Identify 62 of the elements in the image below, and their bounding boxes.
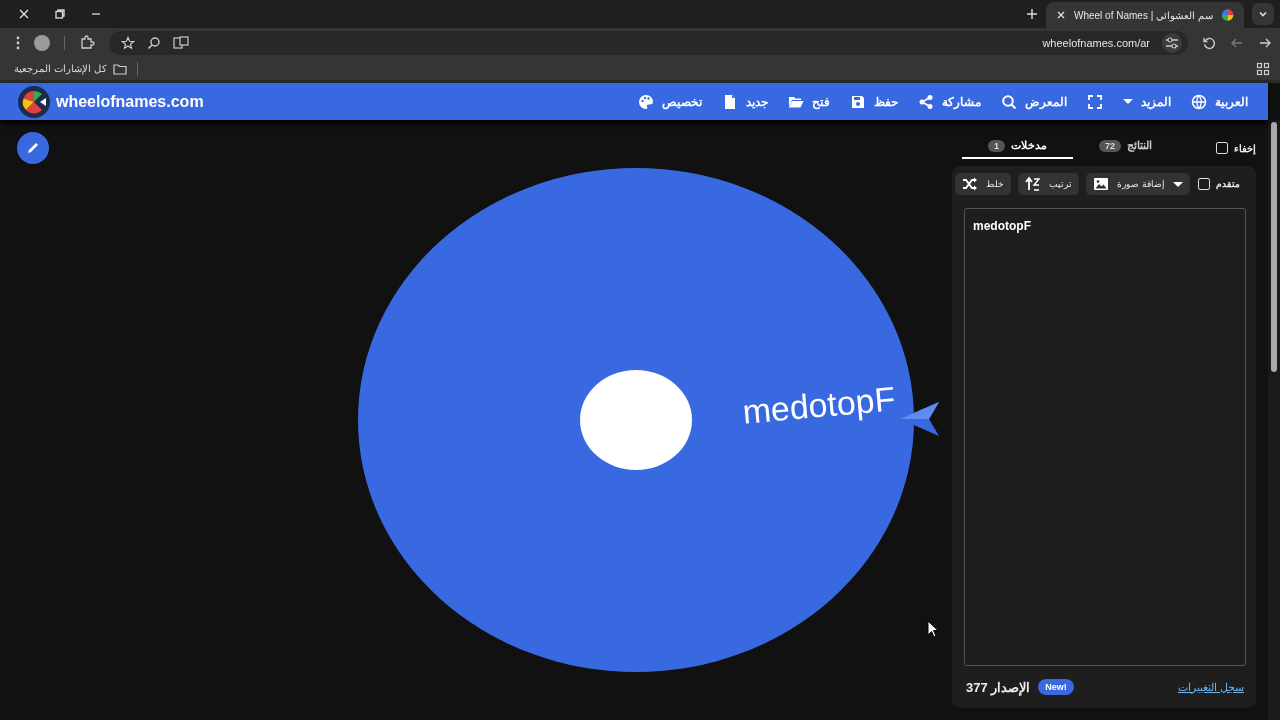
apps-icon[interactable] bbox=[1256, 61, 1270, 76]
nav-button[interactable]: حفظ bbox=[850, 93, 898, 110]
palette-icon bbox=[638, 93, 654, 110]
share-icon bbox=[918, 93, 934, 110]
wheel-segment-label: medotopF bbox=[740, 379, 897, 431]
wheel-icon bbox=[1220, 7, 1234, 23]
all-bookmarks-button[interactable]: كل الإشارات المرجعية bbox=[14, 62, 127, 75]
close-icon[interactable] bbox=[1056, 10, 1066, 20]
wheel-hub[interactable] bbox=[580, 370, 692, 470]
mouse-cursor-icon bbox=[927, 620, 939, 638]
menu-icon[interactable] bbox=[16, 35, 20, 50]
chevron-icon bbox=[1258, 9, 1268, 19]
tab-list-button[interactable] bbox=[1252, 3, 1274, 25]
image-icon bbox=[1093, 176, 1110, 192]
logo-icon bbox=[18, 85, 50, 118]
sort-button[interactable]: ترتيب bbox=[1018, 173, 1080, 195]
site-settings-icon[interactable] bbox=[1162, 32, 1182, 53]
new-badge: New! bbox=[1038, 679, 1074, 695]
pencil-icon bbox=[26, 141, 40, 155]
profile-avatar[interactable] bbox=[34, 34, 50, 51]
nav-button[interactable]: جديد bbox=[722, 93, 768, 110]
nav-button[interactable]: المزيد bbox=[1123, 94, 1171, 109]
extensions-icon[interactable] bbox=[79, 34, 95, 51]
scrollbar[interactable] bbox=[1268, 120, 1280, 720]
add-image-button[interactable]: إضافة صورة bbox=[1086, 173, 1190, 195]
close-icon[interactable] bbox=[18, 8, 30, 20]
file-icon bbox=[722, 93, 738, 110]
address-bar[interactable]: wheelofnames.com/ar bbox=[109, 30, 1188, 55]
hide-checkbox[interactable]: إخفاء bbox=[1216, 142, 1256, 159]
version-text: الإصدار 377 bbox=[966, 679, 1031, 695]
folder-icon bbox=[112, 62, 127, 75]
fullscreen-button[interactable] bbox=[1087, 93, 1103, 110]
shuffle-icon bbox=[962, 176, 979, 192]
new-tab-icon[interactable] bbox=[1026, 8, 1038, 20]
browser-tab[interactable]: سم العشوائي | Wheel of Names bbox=[1046, 2, 1244, 28]
sort-icon bbox=[1025, 176, 1042, 192]
nav-button[interactable]: فتح bbox=[788, 93, 830, 110]
count-badge: 1 bbox=[988, 139, 1005, 152]
translate-icon[interactable] bbox=[173, 35, 189, 50]
count-badge: 72 bbox=[1099, 139, 1122, 152]
site-logo-text[interactable]: wheelofnames.com bbox=[56, 92, 204, 111]
caret-icon bbox=[1173, 181, 1183, 187]
search-icon bbox=[1001, 93, 1017, 110]
fullscreen-icon bbox=[1087, 93, 1103, 110]
reload-icon[interactable] bbox=[1202, 35, 1216, 50]
advanced-checkbox[interactable]: متقدم bbox=[1198, 178, 1246, 190]
zoom-icon[interactable] bbox=[147, 35, 161, 50]
changelog-link[interactable]: سجل التغييرات bbox=[1177, 680, 1244, 694]
nav-button[interactable]: العربية bbox=[1191, 93, 1248, 110]
edit-button[interactable] bbox=[17, 132, 49, 164]
tab-title: سم العشوائي | Wheel of Names bbox=[1074, 9, 1213, 21]
entries-field[interactable]: medotopF bbox=[964, 208, 1246, 666]
star-icon[interactable] bbox=[121, 35, 135, 50]
caret-icon bbox=[1123, 99, 1133, 104]
wheel-pointer bbox=[899, 400, 941, 438]
nav-button[interactable]: مشاركة bbox=[918, 93, 981, 110]
nav-button[interactable]: المعرض bbox=[1001, 93, 1067, 110]
spinning-wheel[interactable] bbox=[358, 168, 914, 672]
shuffle-button[interactable]: خلط bbox=[955, 173, 1012, 195]
nav-button[interactable]: تخصيص bbox=[638, 93, 702, 110]
restore-icon[interactable] bbox=[54, 8, 66, 20]
globe-icon bbox=[1191, 93, 1207, 110]
